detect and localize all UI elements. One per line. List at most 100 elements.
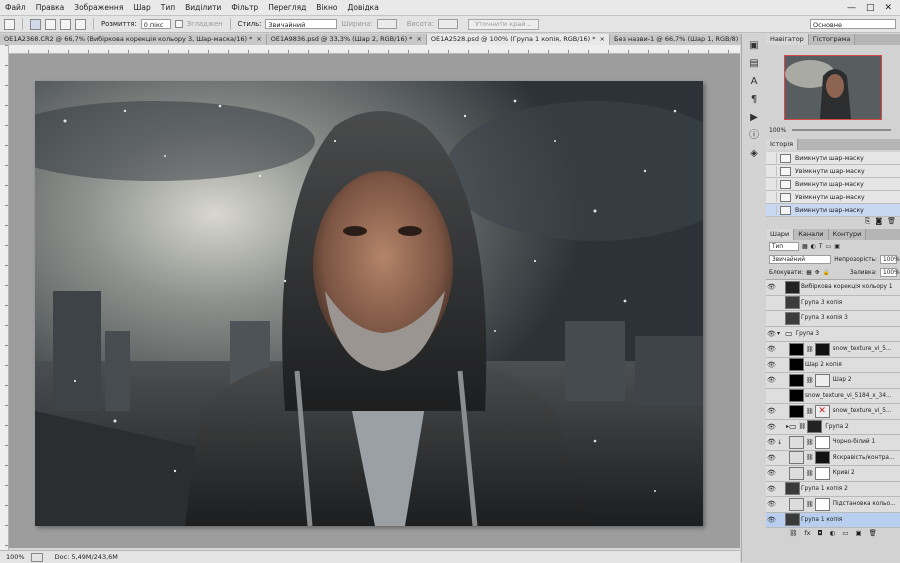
visibility-eye-icon[interactable]: 👁 (766, 423, 777, 431)
visibility-eye-icon[interactable]: 👁 (766, 454, 777, 462)
maximize-button[interactable]: □ (866, 3, 875, 13)
visibility-eye-icon[interactable]: 👁 (766, 500, 777, 508)
visibility-eye-icon[interactable]: 👁 (766, 283, 777, 291)
history-checkbox[interactable] (766, 179, 777, 189)
filter-type-icon[interactable]: T (819, 243, 823, 250)
adjustment-layer-icon[interactable]: ◐ (830, 529, 836, 539)
visibility-eye-icon[interactable]: 👁 (766, 469, 777, 477)
add-mask-icon[interactable]: ◘ (818, 529, 823, 539)
menu-file[interactable]: Файл (0, 0, 31, 15)
zoom-slider[interactable] (792, 129, 891, 131)
character-icon[interactable]: A (748, 76, 760, 88)
tab-document-3[interactable]: OE1A2528.psd @ 100% (Група 1 копія, RGB/… (426, 34, 610, 45)
menu-image[interactable]: Зображення (69, 0, 128, 15)
lock-pixels-icon[interactable]: ▦ (806, 270, 811, 276)
fill-input[interactable]: 100% (880, 268, 900, 277)
clone-source-icon[interactable]: ◈ (748, 148, 760, 160)
opacity-input[interactable]: 100% (880, 255, 900, 264)
layer-row[interactable]: 👁 ⛓ Шар 2 (766, 373, 900, 389)
mask-link-icon[interactable]: ⛓ (806, 501, 814, 508)
tab-history[interactable]: Історія (766, 139, 799, 150)
history-item[interactable]: Вимкнути шар-маску (766, 152, 900, 165)
delete-layer-icon[interactable]: 🗑 (869, 529, 877, 539)
history-item[interactable]: Увімкнути шар-маску (766, 191, 900, 204)
filter-smart-icon[interactable]: ▣ (834, 243, 840, 250)
tab-document-4[interactable]: Без назви-1 @ 66,7% (Шар 1, RGB/8) *× (609, 34, 759, 45)
layer-row[interactable]: 👁 ⛓ Яскравість/контра... (766, 450, 900, 466)
paragraph-icon[interactable]: ¶ (748, 94, 760, 106)
tab-navigator[interactable]: Навігатор (766, 34, 809, 45)
layer-row[interactable]: 👁 ↓ ⛓ Чорно-білий 1 (766, 435, 900, 451)
blend-mode-select[interactable]: Звичайний (769, 255, 832, 264)
width-input[interactable] (376, 19, 397, 29)
tab-histogram[interactable]: Гістограма (808, 34, 856, 45)
history-brush-icon[interactable]: ▤ (748, 58, 760, 70)
layer-group-row[interactable]: 👁 ▾ ▭ Група 3 (766, 326, 900, 342)
subtract-selection-icon[interactable] (60, 18, 71, 30)
layer-row[interactable]: 👁 ⛓ ✕ snow_texture_vi_5... (766, 404, 900, 420)
antialias-checkbox[interactable] (174, 20, 183, 28)
layer-group-row[interactable]: 👁 ▸ ▭ ⛓ Група 2 (766, 419, 900, 435)
history-item[interactable]: Увімкнути шар-маску (766, 165, 900, 178)
mask-link-icon[interactable]: ⛓ (806, 470, 814, 477)
tab-layers[interactable]: Шари (766, 229, 795, 240)
history-item[interactable]: Вимкнути шар-маску (766, 204, 900, 217)
mask-link-icon[interactable]: ⛓ (806, 408, 814, 415)
expand-arrow-icon[interactable]: ▾ (777, 330, 785, 337)
layer-row[interactable]: snow_texture_vi_5184_x_34... (766, 388, 900, 404)
tab-channels[interactable]: Канали (794, 229, 829, 240)
layer-row[interactable]: 👁 ⛓ snow_texture_vi_5... (766, 342, 900, 358)
mask-link-icon[interactable]: ⛓ (799, 423, 807, 430)
document-image[interactable] (35, 81, 703, 526)
close-tab-icon[interactable]: × (256, 35, 261, 43)
new-group-icon[interactable]: ▭ (842, 529, 848, 539)
layer-filter-select[interactable]: Тип (769, 242, 799, 251)
tab-paths[interactable]: Контури (828, 229, 867, 240)
marquee-tool-icon[interactable] (4, 18, 15, 30)
history-checkbox[interactable] (766, 166, 777, 176)
layer-row[interactable]: 👁 Шар 2 копія (766, 357, 900, 373)
layer-row[interactable]: 👁 Вибіркова корекція кольору 1 (766, 280, 900, 296)
navigator-zoom[interactable]: 100% (769, 127, 786, 134)
layer-row[interactable]: 👁 ⛓ Підстановка кольо... (766, 497, 900, 513)
filter-adjust-icon[interactable]: ◐ (811, 243, 816, 250)
close-button[interactable]: ✕ (884, 3, 892, 13)
visibility-eye-icon[interactable]: 👁 (766, 330, 777, 338)
status-icon[interactable] (30, 552, 43, 562)
visibility-eye-icon[interactable]: 👁 (766, 376, 777, 384)
tab-document-1[interactable]: OE1A2368.CR2 @ 66,7% (Вибіркова корекція… (0, 34, 267, 45)
layer-row[interactable]: 👁 ⛓ Криві 2 (766, 466, 900, 482)
lock-position-icon[interactable]: ✥ (815, 270, 820, 276)
visibility-eye-icon[interactable]: 👁 (766, 438, 777, 446)
expand-arrow-icon[interactable]: ▸ (777, 423, 789, 430)
new-layer-icon[interactable]: ▣ (855, 529, 861, 539)
new-document-from-state-icon[interactable]: ⎘ (865, 217, 871, 228)
snapshot-icon[interactable]: ◙ (875, 217, 882, 228)
mask-link-icon[interactable]: ⛓ (806, 377, 814, 384)
menu-window[interactable]: Вікно (311, 0, 342, 15)
height-input[interactable] (438, 19, 459, 29)
history-checkbox[interactable] (766, 205, 777, 215)
navigator-preview[interactable] (784, 55, 882, 120)
visibility-eye-icon[interactable]: 👁 (766, 407, 777, 415)
zoom-level[interactable]: 100% (0, 553, 31, 561)
visibility-eye-icon[interactable]: 👁 (766, 485, 777, 493)
intersect-selection-icon[interactable] (75, 18, 86, 30)
style-select[interactable]: Звичайний (265, 19, 338, 29)
actions-icon[interactable]: ▶ (748, 112, 760, 124)
history-checkbox[interactable] (766, 153, 777, 163)
new-selection-icon[interactable] (30, 18, 41, 30)
filter-shape-icon[interactable]: ▭ (826, 243, 832, 250)
visibility-eye-icon[interactable]: 👁 (766, 345, 777, 353)
mask-link-icon[interactable]: ⛓ (806, 439, 814, 446)
filter-pixel-icon[interactable]: ▦ (802, 243, 808, 250)
menu-filter[interactable]: Фільтр (226, 0, 263, 15)
close-tab-icon[interactable]: × (600, 35, 605, 43)
layer-row[interactable]: 👁 Група 1 копія 2 (766, 481, 900, 497)
menu-layer[interactable]: Шар (128, 0, 155, 15)
brush-presets-icon[interactable]: ▣ (748, 40, 760, 52)
mask-link-icon[interactable]: ⛓ (806, 346, 814, 353)
workspace-select[interactable]: Основне (810, 19, 896, 29)
menu-edit[interactable]: Правка (31, 0, 70, 15)
visibility-eye-icon[interactable]: 👁 (766, 516, 777, 524)
